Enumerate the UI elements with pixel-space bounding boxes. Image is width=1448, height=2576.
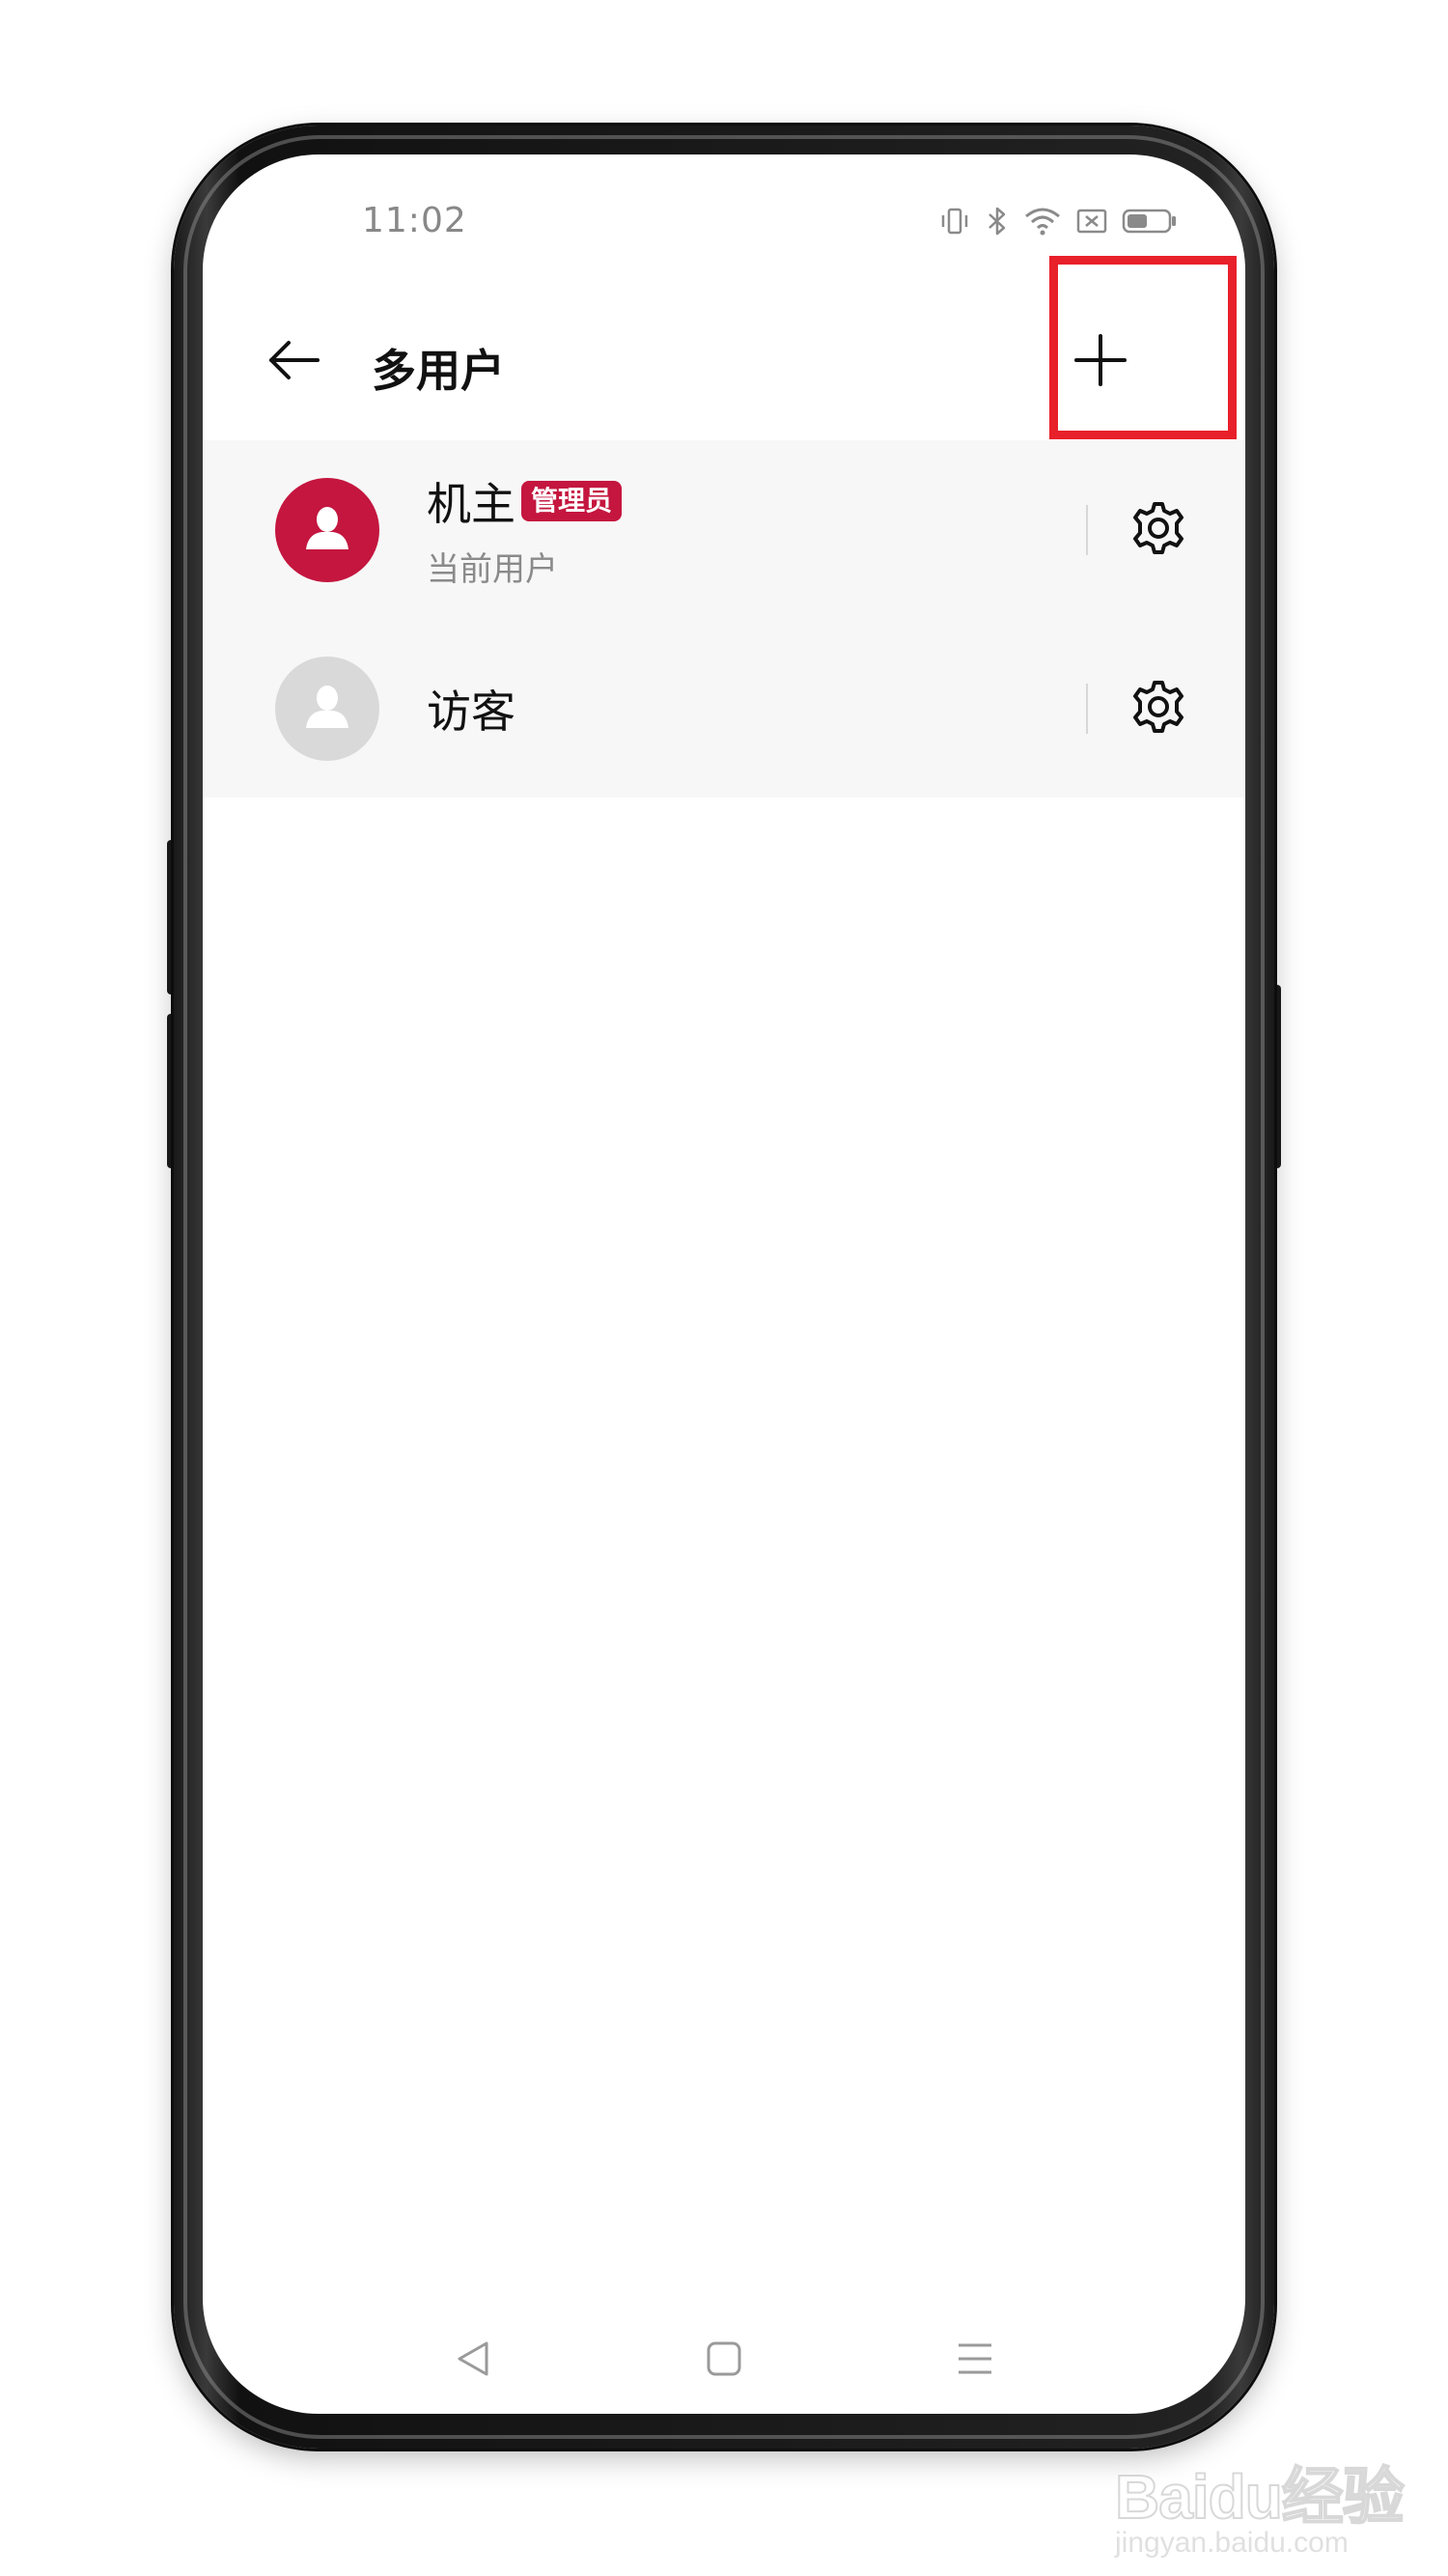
admin-badge: 管理员 [521, 481, 623, 521]
nav-recents-icon [954, 2338, 996, 2384]
bluetooth-icon [985, 205, 1010, 238]
user-row-guest[interactable]: 访客 [203, 619, 1245, 798]
user-row-owner[interactable]: 机主 管理员 当前用户 [203, 440, 1245, 619]
status-time: 11:02 [362, 201, 467, 240]
arrow-left-icon [267, 338, 321, 386]
battery-icon [1122, 205, 1178, 238]
user-subtitle: 当前用户 [427, 550, 558, 589]
nav-back-button[interactable] [444, 2332, 502, 2390]
watermark: Baidu经验 jingyan.baidu.com [1114, 2448, 1434, 2563]
user-name-line: 访客 [427, 677, 515, 741]
watermark-logo: Baidu经验 [1114, 2461, 1406, 2533]
user-list: 机主 管理员 当前用户 访客 [203, 440, 1245, 798]
user-text: 访客 [427, 677, 515, 741]
person-icon [302, 503, 352, 557]
nav-recents-button[interactable] [946, 2332, 1004, 2390]
avatar [275, 477, 379, 582]
user-name-line: 机主 管理员 [427, 469, 623, 533]
user-name: 机主 [427, 478, 515, 530]
vibrate-icon [938, 205, 971, 238]
status-icons [938, 205, 1178, 238]
gear-icon [1130, 500, 1186, 560]
phone-screen: 11:02 多用户 机主 管理员 当前用户 访客 [203, 154, 1245, 2414]
sim-off-icon [1075, 205, 1108, 238]
watermark-url: jingyan.baidu.com [1115, 2527, 1349, 2559]
status-bar: 11:02 [203, 154, 1245, 251]
divider [1086, 683, 1088, 734]
page-title: 多用户 [372, 345, 505, 397]
gear-icon [1130, 679, 1186, 739]
wifi-icon [1023, 205, 1062, 238]
phone-power-button [1273, 985, 1281, 1168]
user-text: 机主 管理员 当前用户 [427, 469, 623, 590]
user-settings-button[interactable] [1125, 496, 1192, 564]
person-icon [302, 682, 352, 736]
stage: 11:02 多用户 机主 管理员 当前用户 访客 Baidu经验 jingyan… [0, 0, 1448, 2576]
navigation-bar [203, 2327, 1245, 2394]
nav-back-icon [452, 2338, 494, 2384]
nav-home-icon [703, 2338, 745, 2384]
divider [1086, 504, 1088, 555]
nav-home-button[interactable] [695, 2332, 753, 2390]
avatar [275, 656, 379, 761]
back-button[interactable] [261, 333, 328, 391]
user-name: 访客 [427, 685, 515, 738]
user-settings-button[interactable] [1125, 675, 1192, 742]
highlight-box [1049, 256, 1237, 439]
